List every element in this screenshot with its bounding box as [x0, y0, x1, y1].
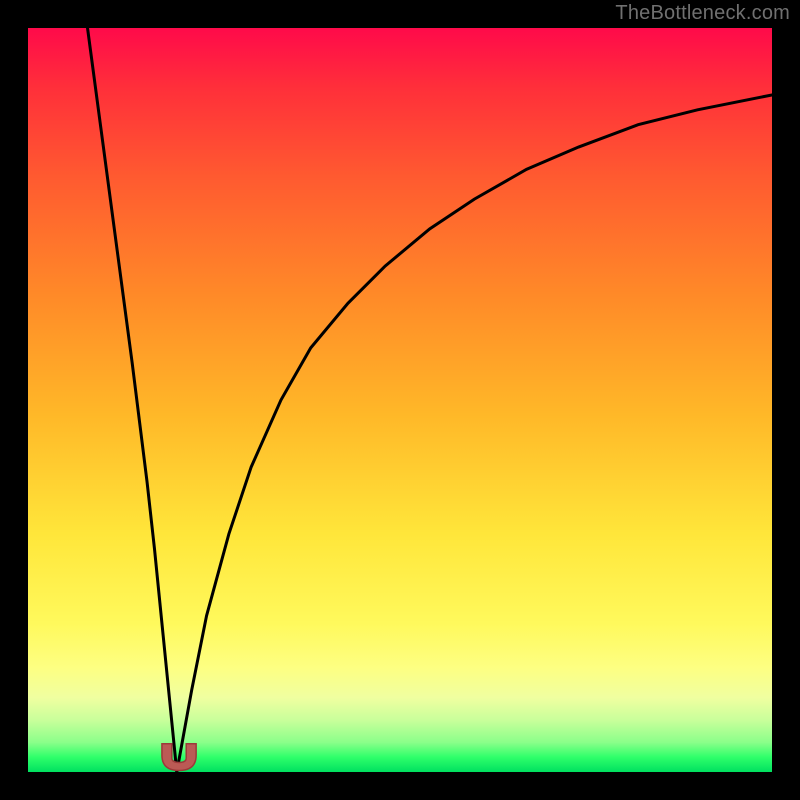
chart-stage: TheBottleneck.com: [0, 0, 800, 800]
plot-area: [28, 28, 772, 772]
left-branch-path: [88, 28, 177, 772]
curve-layer: [28, 28, 772, 772]
watermark-text: TheBottleneck.com: [615, 2, 790, 25]
right-branch-path: [177, 95, 772, 772]
